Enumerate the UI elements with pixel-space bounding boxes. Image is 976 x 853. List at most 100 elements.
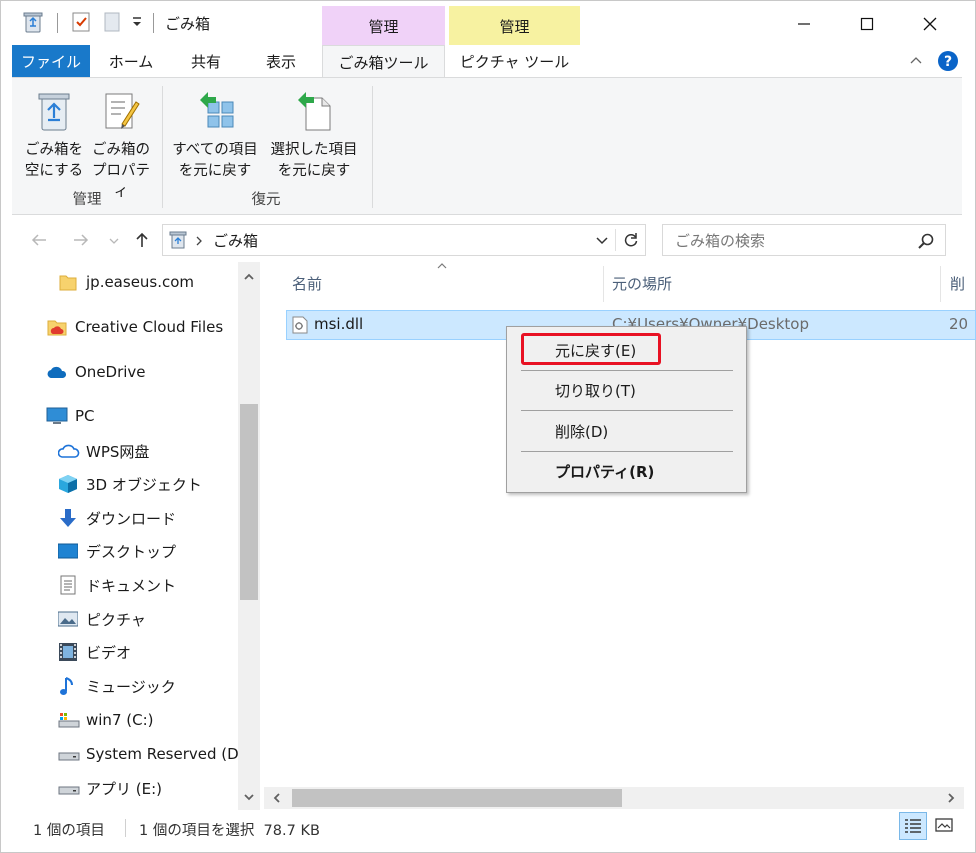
properties-icon — [105, 93, 140, 129]
scroll-down-icon[interactable] — [243, 792, 255, 802]
ribbon-group-separator — [162, 86, 163, 208]
nav-item-wps[interactable]: WPS网盘 — [58, 437, 149, 465]
menu-item-delete[interactable]: 削除(D) — [555, 421, 608, 442]
refresh-icon[interactable] — [623, 232, 639, 248]
column-divider[interactable] — [603, 266, 604, 302]
nav-label: ドキュメント — [86, 576, 177, 595]
breadcrumb-recycle-bin[interactable]: ごみ箱 — [213, 230, 258, 251]
music-icon — [60, 677, 73, 695]
tab-view[interactable]: 表示 — [251, 45, 311, 77]
maximize-button[interactable] — [844, 7, 890, 41]
column-header-date-deleted[interactable]: 削 — [950, 262, 965, 304]
help-icon[interactable]: ? — [937, 50, 959, 72]
back-arrow-icon[interactable] — [30, 232, 48, 248]
menu-item-restore[interactable]: 元に戻す(E) — [555, 340, 636, 361]
drive-icon — [58, 786, 80, 795]
large-icons-view-button[interactable] — [931, 812, 959, 840]
h-scroll-thumb[interactable] — [292, 789, 622, 807]
maximize-icon — [860, 17, 874, 31]
context-menu: 元に戻す(E) 切り取り(T) 削除(D) プロパティ(R) — [506, 326, 747, 493]
file-name: msi.dll — [314, 315, 364, 333]
details-view-icon — [905, 819, 921, 833]
ribbon-tab-bar: ファイル ホーム 共有 表示 ごみ箱ツール ピクチャ ツール ? — [1, 45, 975, 78]
column-header-original-location[interactable]: 元の場所 — [612, 262, 672, 304]
close-button[interactable] — [907, 7, 953, 41]
title-separator — [57, 13, 58, 33]
search-box[interactable]: ごみ箱の検索 — [662, 224, 946, 256]
document-icon — [60, 575, 76, 595]
file-date-deleted: 20 — [949, 315, 969, 333]
column-divider-2[interactable] — [940, 266, 941, 302]
recycle-tools-context-header: 管理 — [322, 6, 445, 46]
nav-item-onedrive[interactable]: OneDrive — [46, 358, 146, 386]
tab-share[interactable]: 共有 — [176, 45, 236, 77]
ribbon-group-separator-2 — [372, 86, 373, 208]
collapse-ribbon-icon[interactable] — [909, 55, 923, 65]
minimize-button[interactable] — [781, 7, 827, 41]
empty-recycle-bin-button[interactable]: ごみ箱を 空にする — [18, 82, 90, 186]
menu-item-cut[interactable]: 切り取り(T) — [555, 380, 636, 401]
menu-separator — [521, 410, 733, 411]
onedrive-icon — [47, 366, 67, 378]
restore-all-icon — [200, 92, 234, 128]
address-history-dropdown-icon[interactable] — [595, 235, 609, 247]
scroll-right-icon[interactable] — [946, 792, 956, 804]
restore-selected-items-button[interactable]: 選択した項目 を元に戻す — [266, 82, 362, 186]
quick-access-dropdown-icon[interactable] — [131, 15, 143, 29]
title-separator-2 — [153, 13, 154, 33]
recycle-bin-small-icon[interactable] — [23, 11, 43, 33]
nav-label: ミュージック — [86, 677, 176, 696]
tab-recycle-bin-tools[interactable]: ごみ箱ツール — [322, 45, 445, 78]
cube-icon — [59, 475, 77, 493]
menu-item-properties[interactable]: プロパティ(R) — [555, 461, 654, 482]
video-icon — [59, 643, 77, 661]
nav-label: OneDrive — [75, 363, 146, 381]
up-arrow-icon[interactable] — [134, 231, 150, 249]
drive-c-icon — [58, 713, 80, 728]
menu-separator — [521, 370, 733, 371]
scroll-up-icon[interactable] — [243, 272, 255, 282]
nav-scroll-thumb[interactable] — [240, 404, 258, 600]
nav-item-music[interactable]: ミュージック — [58, 672, 176, 700]
picture-icon — [58, 611, 78, 627]
file-list-h-scrollbar[interactable] — [264, 787, 964, 809]
forward-arrow-icon[interactable] — [72, 232, 90, 248]
ribbon-panel: ごみ箱を 空にする ごみ箱の プロパティ 管理 すべての項目 を元に戻す 選択し… — [12, 77, 962, 215]
nav-item-pc[interactable]: PC — [46, 402, 95, 430]
nav-item-desktop[interactable]: デスクトップ — [58, 537, 176, 565]
nav-item-creative-cloud[interactable]: Creative Cloud Files — [46, 313, 223, 341]
recycle-bin-icon — [38, 93, 70, 131]
new-folder-icon[interactable] — [103, 11, 121, 33]
restore-selected-label-line1: 選択した項目 — [270, 142, 358, 158]
svg-text:?: ? — [944, 54, 952, 70]
details-view-button[interactable] — [899, 812, 927, 840]
nav-item-videos[interactable]: ビデオ — [58, 638, 131, 666]
restore-selected-icon — [298, 92, 331, 131]
nav-item-drive-e[interactable]: アプリ (E:) — [58, 774, 162, 802]
nav-label: PC — [75, 407, 95, 425]
restore-all-label-line1: すべての項目 — [172, 142, 258, 158]
dll-file-icon — [292, 316, 308, 334]
scroll-left-icon[interactable] — [272, 792, 282, 804]
tab-picture-tools[interactable]: ピクチャ ツール — [449, 45, 580, 77]
nav-item-pictures[interactable]: ピクチャ — [58, 605, 146, 633]
address-bar[interactable]: ごみ箱 — [162, 224, 646, 256]
search-icon[interactable] — [917, 232, 935, 250]
nav-item-drive-c[interactable]: win7 (C:) — [58, 706, 154, 734]
drive-icon — [58, 752, 80, 761]
nav-pane-scrollbar[interactable] — [238, 262, 260, 810]
breadcrumb-chevron-icon[interactable] — [195, 235, 203, 247]
tab-file[interactable]: ファイル — [12, 45, 90, 77]
nav-item-3d-objects[interactable]: 3D オブジェクト — [58, 470, 202, 498]
nav-item-documents[interactable]: ドキュメント — [58, 571, 176, 599]
status-selection: 1 個の項目を選択 78.7 KB — [139, 823, 320, 839]
tab-home[interactable]: ホーム — [96, 45, 166, 77]
nav-item-downloads[interactable]: ダウンロード — [58, 504, 176, 532]
restore-all-items-button[interactable]: すべての項目 を元に戻す — [168, 82, 262, 186]
recent-locations-chevron-icon[interactable] — [108, 236, 120, 246]
nav-item-jp-easeus[interactable]: jp.easeus.com — [58, 268, 194, 296]
column-header-name[interactable]: 名前 — [292, 262, 322, 304]
recycle-bin-properties-button[interactable]: ごみ箱の プロパティ — [86, 82, 156, 200]
nav-item-drive-d[interactable]: System Reserved (D:) — [58, 740, 238, 768]
properties-check-icon[interactable] — [71, 11, 91, 33]
